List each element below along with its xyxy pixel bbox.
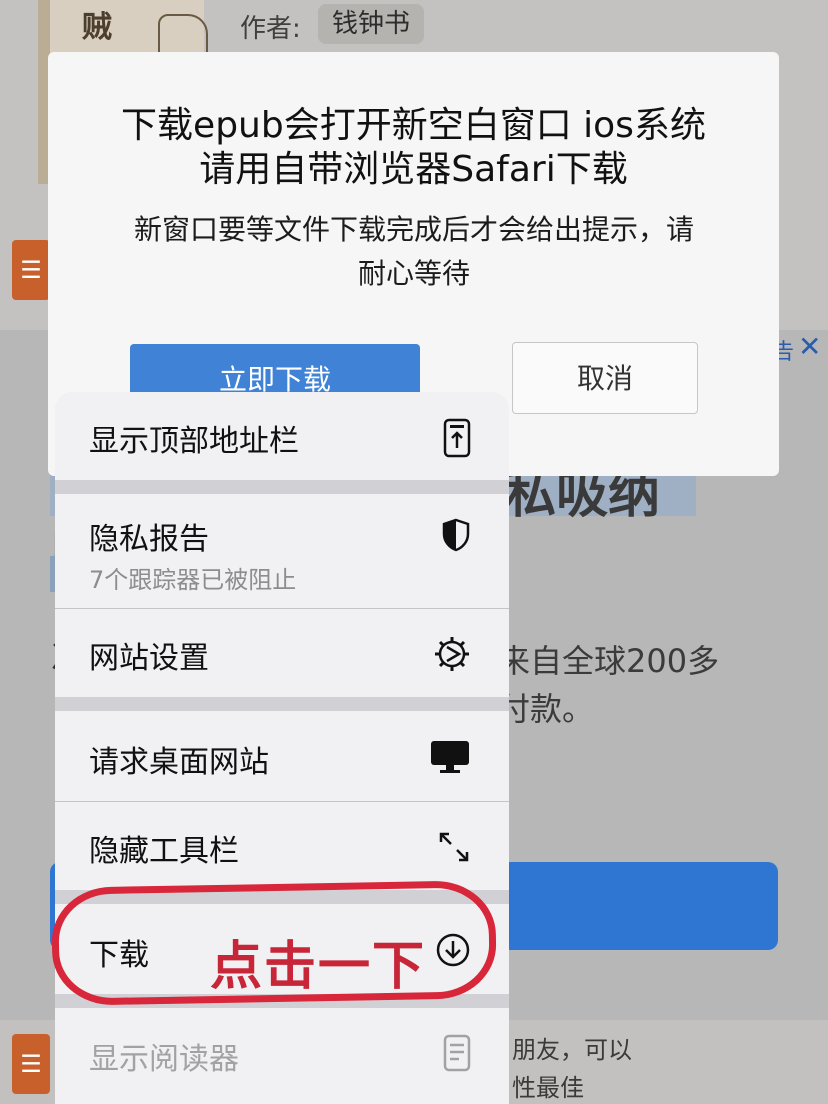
book-icon: ☰ [20,1050,42,1078]
footer-text-line-1: 朋友，可以 [512,1036,632,1064]
menu-item-label: 隐藏工具栏 [89,834,239,869]
dialog-message: 新窗口要等文件下载完成后才会给出提示，请 耐心等待 [84,208,744,296]
author-name-chip[interactable]: 钱钟书 [318,4,425,44]
author-label: 作者: [240,14,301,44]
phone-arrow-up-icon [443,418,471,458]
menu-item-show-top-address-bar[interactable]: 显示顶部地址栏 [55,392,509,480]
reader-icon [443,1034,471,1072]
menu-item-hide-toolbar[interactable]: 隐藏工具栏 [55,802,509,890]
menu-group-gap [55,697,509,711]
dialog-title-line-1: 下载epub会打开新空白窗口 ios系统 [121,105,706,146]
book-icon: ☰ [20,256,42,284]
dialog-message-line-2: 耐心等待 [357,257,470,290]
ad-body-line-2: 付款。 [498,690,595,728]
dialog-title: 下载epub会打开新空白窗口 ios系统 请用自带浏览器Safari下载 [48,104,779,192]
ad-body-line-1: 来自全球200多 [498,642,720,680]
dialog-message-line-1: 新窗口要等文件下载完成后才会给出提示，请 [133,213,694,246]
menu-item-show-reader: 显示阅读器 [55,1008,509,1104]
dialog-title-line-2: 请用自带浏览器Safari下载 [199,149,628,190]
menu-item-sublabel: 7个跟踪器已被阻止 [89,566,297,594]
menu-group-gap [55,480,509,494]
close-icon[interactable]: ✕ [798,330,821,363]
book-icon-button[interactable]: ☰ [12,240,50,300]
cancel-button[interactable]: 取消 [512,342,698,414]
gear-icon [435,637,469,671]
menu-item-label: 显示顶部地址栏 [89,424,299,459]
menu-item-privacy-report[interactable]: 隐私报告 7个跟踪器已被阻止 [55,494,509,608]
menu-item-label: 隐私报告 [89,522,209,557]
annotation-text: 点击一下 [210,937,427,997]
menu-item-request-desktop-site[interactable]: 请求桌面网站 [55,711,509,801]
expand-arrows-icon [439,832,469,862]
book-icon-button-bottom[interactable]: ☰ [12,1034,50,1094]
shield-icon [442,518,470,552]
menu-item-label: 请求桌面网站 [89,745,269,780]
book-cover-title: 贼 [82,10,112,45]
menu-item-label: 显示阅读器 [89,1042,239,1077]
menu-item-website-settings[interactable]: 网站设置 [55,609,509,697]
footer-text-line-2: 性最佳 [512,1074,584,1102]
menu-item-label: 网站设置 [89,641,209,676]
desktop-icon [431,741,469,773]
